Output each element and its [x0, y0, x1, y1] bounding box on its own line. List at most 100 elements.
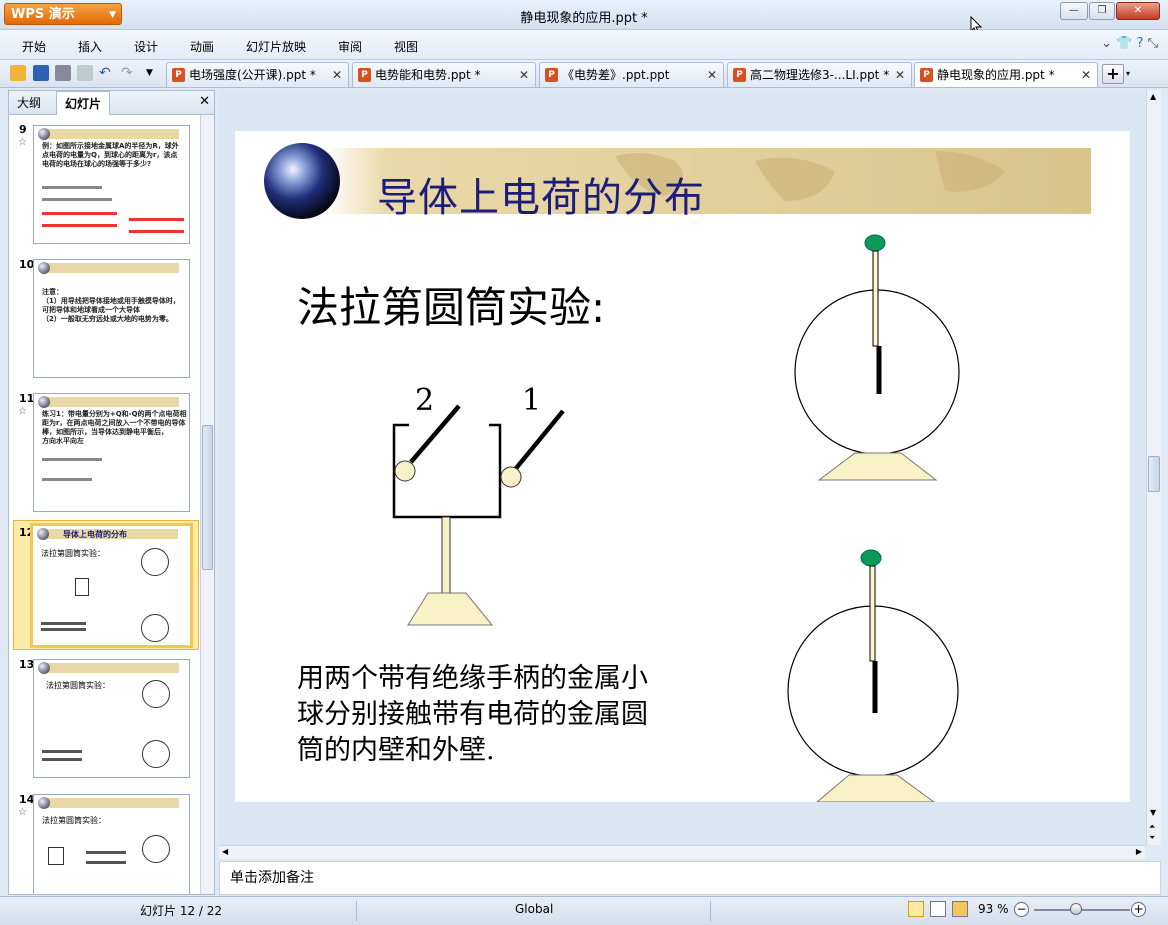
tab-slides[interactable]: 幻灯片 [56, 91, 111, 115]
slide-canvas[interactable]: 导体上电荷的分布 法拉第圆筒实验: 2 1 用两个带有绝缘手柄的金属小球分别接触… [235, 131, 1130, 802]
slide-thumbnail-14[interactable]: 法拉第圆筒实验： [33, 794, 190, 894]
thumb-line [42, 478, 92, 481]
slide-subtitle[interactable]: 法拉第圆筒实验: [297, 274, 605, 335]
next-slide-icon[interactable]: ⏷ [1149, 833, 1155, 843]
thumb-line [42, 212, 117, 215]
open-icon[interactable] [10, 65, 26, 81]
thumb-text: 法拉第圆筒实验： [46, 681, 110, 690]
doc-tab-2[interactable]: P 电势能和电势.ppt * ✕ [352, 62, 536, 87]
thumb-line [42, 186, 102, 189]
thumb-line [129, 230, 184, 233]
save-icon[interactable] [33, 65, 49, 81]
animation-star-icon: ☆ [18, 137, 27, 148]
minimize-button[interactable]: — [1060, 2, 1088, 20]
scroll-left-icon[interactable]: ◀ [222, 847, 228, 856]
doc-tab-3[interactable]: P 《电势差》.ppt.ppt ✕ [539, 62, 724, 87]
editor-horizontal-scrollbar[interactable]: ◀ ▶ [219, 845, 1145, 859]
doc-tab-1[interactable]: P 电场强度(公开课).ppt * ✕ [166, 62, 349, 87]
thumb-title: 导体上电荷的分布 [63, 530, 127, 539]
divider [356, 901, 357, 921]
animation-star-icon: ☆ [18, 807, 27, 818]
thumb-line [86, 851, 126, 854]
tab-list-icon[interactable]: ▾ [1126, 64, 1136, 84]
thumb-band [44, 129, 179, 139]
zoom-in-button[interactable]: + [1131, 902, 1146, 917]
slide-editor: 导体上电荷的分布 法拉第圆筒实验: 2 1 用两个带有绝缘手柄的金属小球分别接触… [219, 90, 1145, 845]
scroll-right-icon[interactable]: ▶ [1136, 847, 1142, 856]
menu-view[interactable]: 视图 [394, 38, 418, 55]
normal-view-icon[interactable] [908, 901, 924, 917]
print-icon[interactable] [55, 65, 71, 81]
close-tab-icon[interactable]: ✕ [707, 63, 717, 87]
menu-design[interactable]: 设计 [134, 38, 158, 55]
slides-panel: 大纲 幻灯片 ✕ 9 ☆ 例：如图所示接地金属球A的半径为R，球外 点电荷的电量… [8, 90, 215, 895]
zoom-level: 93 % [978, 902, 1009, 916]
slide-thumbnail-11[interactable]: 练习1：带电量分别为+Q和-Q的两个点电荷相 距为r，在两点电荷之间放入一个不带… [33, 393, 190, 512]
thumbnail-list: 9 ☆ 例：如图所示接地金属球A的半径为R，球外 点电荷的电量为Q，到球心的距离… [9, 115, 199, 894]
menu-home[interactable]: 开始 [22, 38, 46, 55]
globe-icon [38, 662, 50, 674]
close-panel-icon[interactable]: ✕ [199, 94, 210, 109]
faraday-cup [392, 404, 565, 626]
prev-slide-icon[interactable]: ⏶ [1149, 822, 1155, 832]
electroscope-top [794, 234, 960, 481]
close-button[interactable]: ✕ [1116, 2, 1160, 20]
divider [710, 901, 711, 921]
tab-outline[interactable]: 大纲 [9, 91, 49, 115]
close-tab-icon[interactable]: ✕ [1081, 63, 1091, 87]
slide-body-text[interactable]: 用两个带有绝缘手柄的金属小球分别接触带有电荷的金属圆筒的内壁和外壁. [297, 661, 657, 769]
ppt-file-icon: P [920, 68, 933, 82]
thumb-sphere [141, 548, 169, 576]
slide-thumbnail-9[interactable]: 例：如图所示接地金属球A的半径为R，球外 点电荷的电量为Q，到球心的距离为r，该… [33, 125, 190, 244]
slide-thumbnail-10[interactable]: 注意： （1）用导线把导体接地或用手触摸导体时， 可把导体和地球看成一个大导体 … [33, 259, 190, 378]
panel-scroll-thumb[interactable] [202, 425, 213, 570]
panel-scrollbar[interactable] [200, 115, 214, 894]
menu-animation[interactable]: 动画 [190, 38, 214, 55]
chevron-down-icon[interactable]: ⌄ [1101, 36, 1112, 51]
scroll-up-icon[interactable]: ▲ [1150, 92, 1156, 101]
zoom-out-button[interactable]: − [1014, 902, 1029, 917]
vertical-scroll-thumb[interactable] [1148, 456, 1160, 492]
close-tab-icon[interactable]: ✕ [332, 63, 342, 87]
thumb-text: 法拉第圆筒实验： [41, 549, 105, 558]
help-icon[interactable]: ? [1137, 36, 1144, 51]
new-tab-icon[interactable]: + [1102, 64, 1124, 84]
close-tab-icon[interactable]: ✕ [519, 63, 529, 87]
scroll-down-icon[interactable]: ▼ [1150, 808, 1156, 817]
menu-slideshow[interactable]: 幻灯片放映 [246, 38, 306, 55]
doc-tab-label: 《电势差》.ppt.ppt [562, 68, 670, 82]
doc-tab-label: 电场强度(公开课).ppt * [189, 68, 316, 82]
doc-tab-label: 静电现象的应用.ppt * [937, 68, 1055, 82]
zoom-slider-thumb[interactable] [1070, 903, 1082, 915]
doc-tab-5-active[interactable]: P 静电现象的应用.ppt * ✕ [914, 62, 1098, 87]
slideshow-icon[interactable] [952, 901, 968, 917]
thumb-line [42, 750, 82, 753]
skin-icon[interactable]: 👕 [1116, 36, 1132, 51]
notes-pane[interactable]: 单击添加备注 [219, 861, 1161, 895]
ppt-file-icon: P [172, 68, 185, 82]
close-tab-icon[interactable]: ✕ [895, 63, 905, 87]
doc-tab-4[interactable]: P 高二物理选修3-...LI.ppt * ✕ [727, 62, 912, 87]
undo-icon[interactable]: ↶ [99, 65, 115, 81]
window-title: 静电现象的应用.ppt * [520, 11, 648, 26]
globe-icon [38, 396, 50, 408]
print-preview-icon[interactable] [77, 65, 93, 81]
menu-right-controls: ⌄ 👕 ? ⤡ [1101, 36, 1158, 51]
slide-title[interactable]: 导体上电荷的分布 [377, 165, 705, 223]
restore-icon[interactable]: ⤡ [1148, 36, 1158, 51]
status-bar: 幻灯片 12 / 22 Global 93 % − + [0, 896, 1168, 925]
toolbar-dropdown-icon[interactable]: ▼ [146, 65, 162, 81]
menu-review[interactable]: 审阅 [338, 38, 362, 55]
slide-thumbnail-13[interactable]: 法拉第圆筒实验： [33, 659, 190, 778]
menu-insert[interactable]: 插入 [78, 38, 102, 55]
globe-icon [38, 128, 50, 140]
maximize-button[interactable]: ❐ [1089, 2, 1115, 20]
slide-sorter-icon[interactable] [930, 901, 946, 917]
zoom-slider-track[interactable] [1034, 909, 1130, 911]
thumb-line [41, 628, 86, 631]
thumb-number: 9 [19, 123, 27, 136]
slide-indicator: 幻灯片 12 / 22 [140, 904, 223, 918]
redo-icon[interactable]: ↷ [121, 65, 137, 81]
editor-vertical-scrollbar[interactable]: ▲ ▼ ⏶ ⏷ [1146, 90, 1161, 845]
slide-thumbnail-12[interactable]: 导体上电荷的分布 法拉第圆筒实验： [30, 523, 193, 648]
